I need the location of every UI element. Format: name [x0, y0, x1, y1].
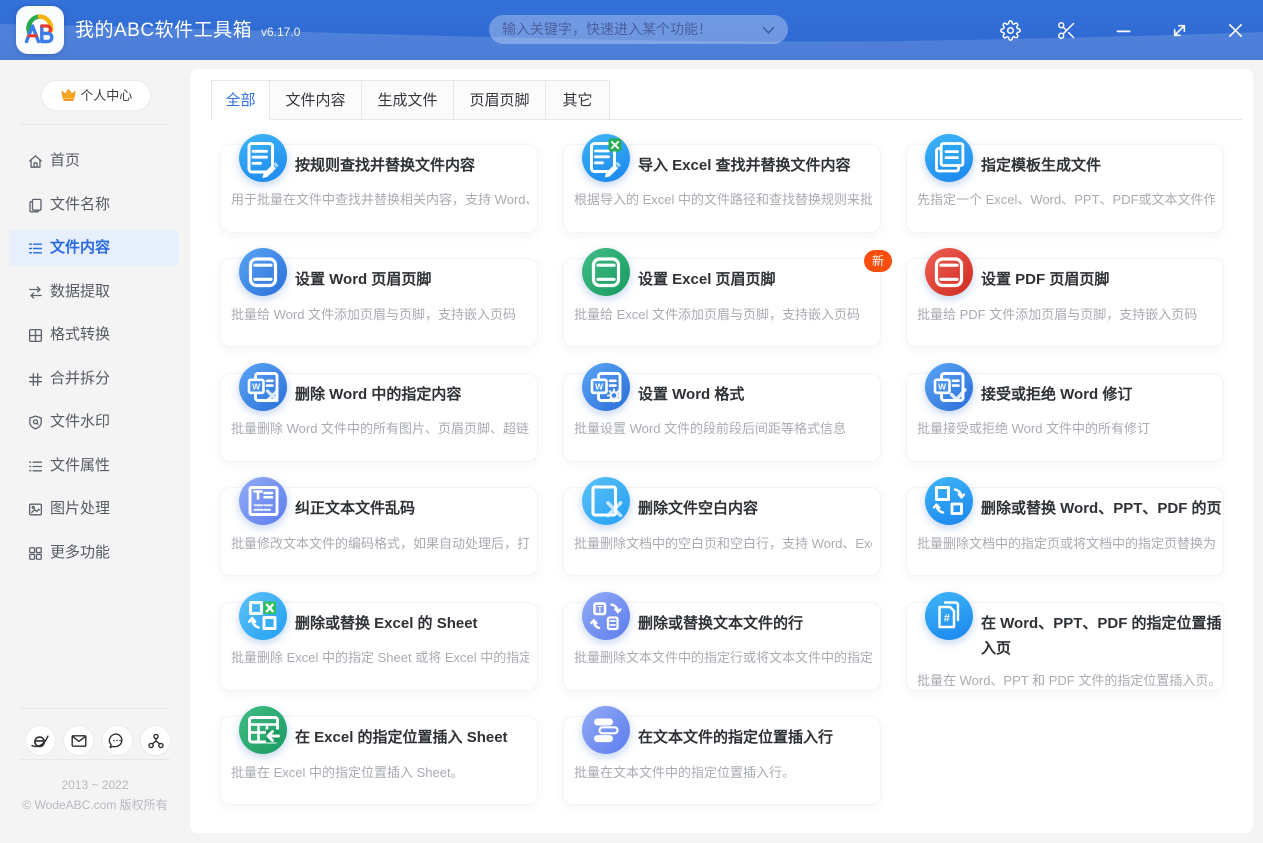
- svg-text:W: W: [252, 381, 261, 391]
- svg-text:W: W: [938, 381, 947, 391]
- svg-text:#: #: [944, 612, 950, 624]
- svg-text:T: T: [597, 604, 602, 613]
- svg-text:W: W: [595, 381, 604, 391]
